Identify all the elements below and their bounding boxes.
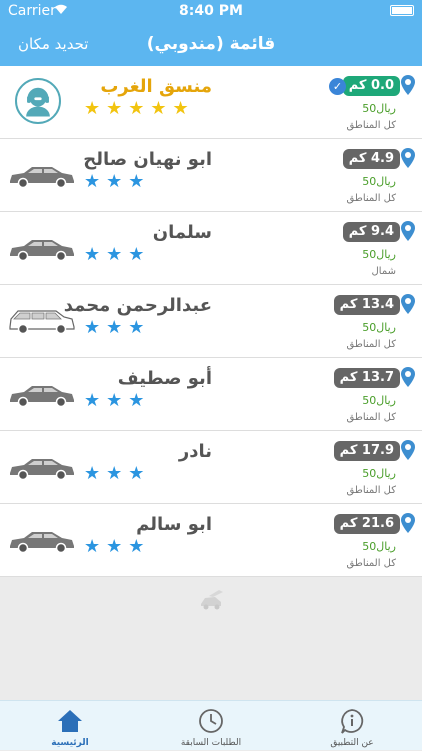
car-sedan-icon xyxy=(10,532,74,554)
car-suv-icon xyxy=(9,310,75,335)
rating-stars: ★★★ xyxy=(84,536,151,557)
driver-row[interactable]: 0.0 كم 50ريال كل المناطق ✓ منسق الغرب ★★★★★ xyxy=(0,66,422,139)
distance-badge: 21.6 كم xyxy=(333,514,400,534)
distance-badge: 0.0 كم xyxy=(342,76,400,96)
car-sedan-icon xyxy=(10,240,74,262)
location-pin-icon xyxy=(401,440,415,460)
driver-list: 0.0 كم 50ريال كل المناطق ✓ منسق الغرب ★★★★★ 4.… xyxy=(0,66,422,577)
watermark-logo-icon xyxy=(201,590,223,610)
location-pin-icon xyxy=(401,367,415,387)
price-label: 50ريال xyxy=(362,321,396,334)
price-label: 50ريال xyxy=(362,467,396,480)
driver-row[interactable]: 4.9 كم 50ريال كل المناطق ابو نهيان صالح ★★★ xyxy=(0,139,422,212)
location-pin-icon xyxy=(401,75,415,95)
status-bar: Carrier 8:40 PM xyxy=(0,0,422,22)
area-label: كل المناطق xyxy=(346,193,396,204)
driver-name: أبو صطيف xyxy=(117,368,212,389)
distance-badge: 13.4 كم xyxy=(333,295,400,315)
tab-about-label: عن التطبيق xyxy=(330,738,374,748)
tab-previous-orders-label: الطلبات السابقة xyxy=(180,738,242,748)
rating-stars: ★★★★★ xyxy=(84,98,195,119)
rating-stars: ★★★ xyxy=(84,317,151,338)
driver-name: سلمان xyxy=(152,222,212,243)
rating-stars: ★★★ xyxy=(84,463,151,484)
tab-previous-orders[interactable]: الطلبات السابقة xyxy=(141,701,281,751)
car-sedan-icon xyxy=(10,167,74,189)
location-pin-icon xyxy=(401,221,415,241)
driver-row[interactable]: 13.7 كم 50ريال كل المناطق أبو صطيف ★★★ xyxy=(0,358,422,431)
nav-bar: تحديد مكان قائمة (مندوبي) xyxy=(0,22,422,66)
distance-badge: 4.9 كم xyxy=(342,149,400,169)
driver-name: ابو نهيان صالح xyxy=(83,149,212,170)
battery-icon xyxy=(390,5,414,16)
car-sedan-icon xyxy=(10,386,74,408)
area-label: كل المناطق xyxy=(346,120,396,131)
distance-badge: 9.4 كم xyxy=(342,222,400,242)
driver-row[interactable]: 17.9 كم 50ريال كل المناطق نادر ★★★ xyxy=(0,431,422,504)
location-pin-icon xyxy=(401,294,415,314)
page-title: قائمة (مندوبي) xyxy=(146,34,276,54)
info-icon xyxy=(341,709,364,734)
price-label: 50ريال xyxy=(362,102,396,115)
distance-badge: 17.9 كم xyxy=(333,441,400,461)
rating-stars: ★★★ xyxy=(84,171,151,192)
tab-bar: الرئيسية الطلبات السابقة عن التطبيق xyxy=(0,700,422,750)
price-label: 50ريال xyxy=(362,248,396,261)
location-pin-icon xyxy=(401,148,415,168)
driver-name: منسق الغرب xyxy=(100,76,212,97)
home-icon xyxy=(58,710,82,732)
support-agent-avatar-icon xyxy=(15,78,61,124)
tab-home-label: الرئيسية xyxy=(51,738,89,748)
area-label: شمال xyxy=(371,266,396,277)
driver-row[interactable]: 21.6 كم 50ريال كل المناطق ابو سالم ★★★ xyxy=(0,504,422,577)
price-label: 50ريال xyxy=(362,540,396,553)
driver-row[interactable]: 9.4 كم 50ريال شمال سلمان ★★★ xyxy=(0,212,422,285)
area-label: كل المناطق xyxy=(346,412,396,423)
area-label: كل المناطق xyxy=(346,339,396,350)
verified-check-icon: ✓ xyxy=(329,78,346,95)
price-label: 50ريال xyxy=(362,175,396,188)
location-pin-icon xyxy=(401,513,415,533)
status-time: 8:40 PM xyxy=(179,3,243,19)
area-label: كل المناطق xyxy=(346,558,396,569)
price-label: 50ريال xyxy=(362,394,396,407)
rating-stars: ★★★ xyxy=(84,244,151,265)
rating-stars: ★★★ xyxy=(84,390,151,411)
driver-name: عبدالرحمن محمد xyxy=(63,295,212,316)
tab-about[interactable]: عن التطبيق xyxy=(282,701,422,751)
car-sedan-icon xyxy=(10,459,74,481)
distance-badge: 13.7 كم xyxy=(333,368,400,388)
driver-name: نادر xyxy=(178,441,212,462)
driver-name: ابو سالم xyxy=(136,514,212,535)
area-label: كل المناطق xyxy=(346,485,396,496)
tab-home[interactable]: الرئيسية xyxy=(0,701,140,751)
driver-row[interactable]: 13.4 كم 50ريال كل المناطق عبدالرحمن محمد ★★★ xyxy=(0,285,422,358)
clock-icon xyxy=(199,709,223,733)
